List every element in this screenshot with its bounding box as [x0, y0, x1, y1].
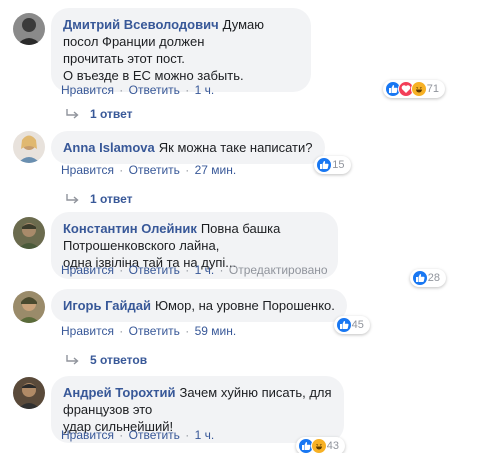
reaction-count: 45: [351, 318, 364, 331]
comment-time[interactable]: 1 ч.: [195, 263, 215, 277]
like-link[interactable]: Нравится: [61, 263, 114, 277]
reaction-summary[interactable]: 45: [333, 316, 370, 334]
view-replies-button[interactable]: 5 ответов: [66, 353, 147, 367]
reply-link[interactable]: Ответить: [129, 324, 180, 338]
comment-time[interactable]: 1 ч.: [195, 428, 215, 442]
comment-actions: Нравится · Ответить · 1 ч.: [61, 428, 215, 442]
like-link[interactable]: Нравится: [61, 428, 114, 442]
haha-icon: [310, 438, 327, 453]
comment-time[interactable]: 27 мин.: [195, 163, 237, 177]
comment-actions: Нравится · Ответить · 1 ч. · Отредактиро…: [61, 263, 328, 277]
comment-author[interactable]: Дмитрий Всеволодович: [63, 17, 219, 32]
comment-bubble: Anna Islamova Як можна таке написати? 15: [51, 131, 351, 174]
comment-author[interactable]: Андрей Торохтий: [63, 385, 175, 400]
reaction-summary[interactable]: 28: [409, 269, 446, 287]
comment-actions: Нравится · Ответить · 27 мин.: [61, 163, 237, 177]
comment-bubble: Игорь Гайдай Юмор, на уровне Порошенко. 4…: [51, 289, 370, 334]
reply-link[interactable]: Ответить: [129, 428, 180, 442]
reaction-count: 28: [427, 271, 440, 284]
replies-label: 1 ответ: [90, 192, 133, 206]
comment-bubble: Дмитрий Всеволодович Думаю посол Франции …: [51, 8, 445, 98]
comment-actions: Нравится · Ответить · 59 мин.: [61, 324, 237, 338]
like-link[interactable]: Нравится: [61, 83, 114, 97]
reaction-summary[interactable]: 71: [382, 80, 445, 98]
replies-label: 5 ответов: [90, 353, 148, 367]
reaction-count: 71: [426, 82, 439, 95]
reaction-summary[interactable]: 15: [314, 156, 351, 174]
like-icon: [316, 157, 333, 173]
comment-text: Як можна таке написати?: [158, 140, 313, 155]
like-icon: [411, 270, 428, 286]
haha-icon: [410, 81, 427, 97]
like-icon: [335, 317, 352, 333]
comment-actions: Нравится · Ответить · 1 ч.: [61, 83, 215, 97]
reaction-count: 43: [326, 439, 339, 452]
comment-author[interactable]: Константин Олейник: [63, 221, 197, 236]
view-replies-button[interactable]: 1 ответ: [66, 192, 133, 206]
like-link[interactable]: Нравится: [61, 163, 114, 177]
avatar[interactable]: [13, 217, 45, 249]
like-link[interactable]: Нравится: [61, 324, 114, 338]
reaction-summary[interactable]: 43: [295, 437, 345, 453]
reply-arrow-icon: [66, 109, 79, 119]
comment-author[interactable]: Игорь Гайдай: [63, 298, 151, 313]
reply-link[interactable]: Ответить: [129, 83, 180, 97]
comment-text: Юмор, на уровне Порошенко.: [154, 298, 335, 313]
reply-link[interactable]: Ответить: [129, 263, 180, 277]
reply-arrow-icon: [66, 355, 79, 365]
avatar[interactable]: [13, 291, 45, 323]
reply-arrow-icon: [66, 194, 79, 204]
reply-link[interactable]: Ответить: [129, 163, 180, 177]
avatar[interactable]: [13, 13, 45, 45]
avatar[interactable]: [13, 131, 45, 163]
view-replies-button[interactable]: 1 ответ: [66, 107, 133, 121]
reaction-count: 15: [332, 158, 345, 171]
comment-author[interactable]: Anna Islamova: [63, 140, 155, 155]
replies-label: 1 ответ: [90, 107, 133, 121]
comment-time[interactable]: 1 ч.: [195, 83, 215, 97]
avatar[interactable]: [13, 377, 45, 409]
comment-time[interactable]: 59 мин.: [195, 324, 237, 338]
edited-label[interactable]: Отредактировано: [229, 263, 328, 277]
